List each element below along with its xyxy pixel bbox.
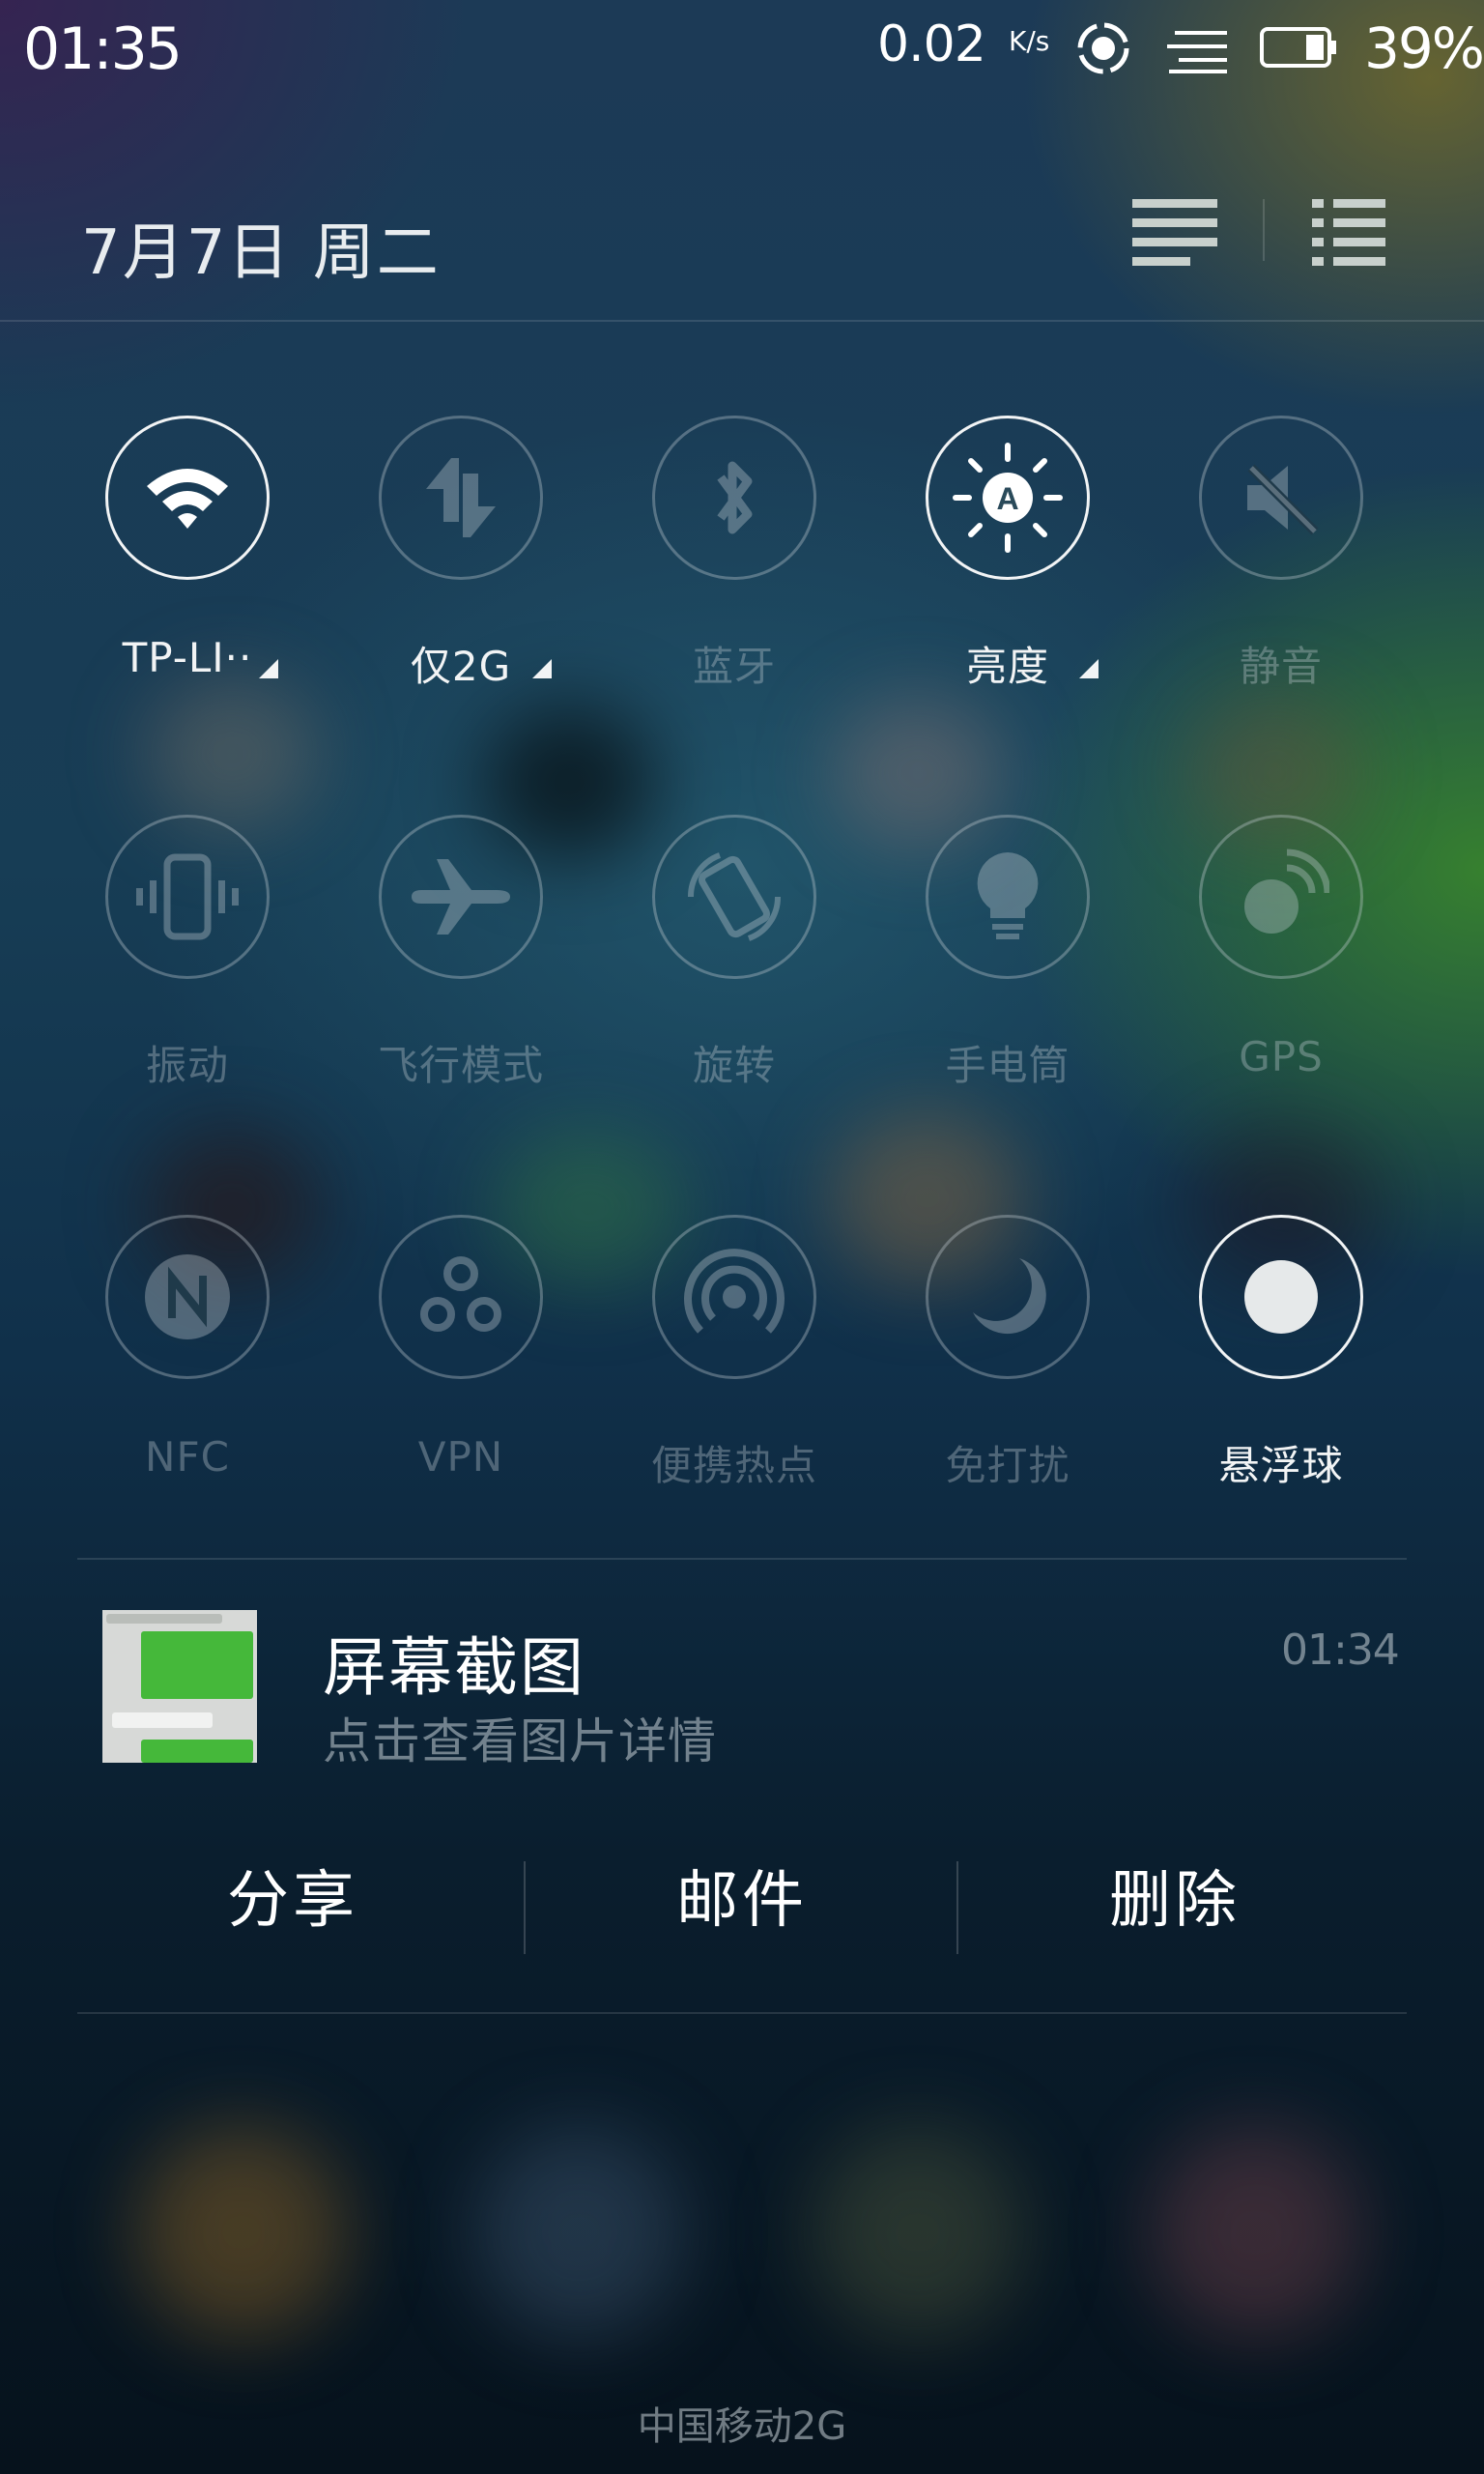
carrier-label: 中国移动2G: [637, 2404, 847, 2449]
delete-button[interactable]: 删除: [959, 1848, 1390, 1954]
date-label: 7月7日 周二: [81, 217, 441, 289]
gps-icon: [1244, 849, 1329, 934]
toggle-label: 飞行模式: [377, 1042, 544, 1089]
toggle-vibrate[interactable]: 振动: [83, 815, 296, 1105]
mute-icon: [1247, 464, 1319, 535]
action-divider: [956, 1861, 958, 1954]
status-bar: 01:35 0.02 K/s 39%: [0, 0, 1484, 97]
toggle-nfc[interactable]: NFC: [83, 1215, 296, 1505]
nfc-icon: [145, 1254, 230, 1339]
toggle-mute[interactable]: 静音: [1177, 416, 1389, 705]
toggle-flashlight[interactable]: 手电筒: [903, 815, 1116, 1105]
status-time: 01:35: [23, 15, 183, 83]
network-speed-unit: K/s: [1009, 25, 1050, 57]
toggle-label: 振动: [145, 1042, 229, 1089]
toggle-label: GPS: [1239, 1033, 1324, 1080]
screenshot-notification[interactable]: 屏幕截图 点击查看图片详情 01:34 分享 邮件 删除: [0, 1558, 1484, 2014]
toggle-label: 静音: [1239, 643, 1323, 690]
auto-brightness-icon: A: [953, 443, 1063, 553]
svg-text:A: A: [996, 481, 1018, 516]
network-speed: 0.02: [877, 15, 986, 73]
toggle-label: VPN: [417, 1433, 504, 1481]
notification-time: 01:34: [1281, 1625, 1400, 1675]
toggle-label: 蓝牙: [692, 643, 776, 690]
battery-icon: [1260, 27, 1336, 68]
section-divider: [77, 2012, 1407, 2014]
flashlight-icon: [977, 852, 1039, 939]
notification-actions: 分享 邮件 删除: [77, 1848, 1407, 1954]
sync-icon: [1077, 22, 1129, 74]
toggle-wifi[interactable]: TP-LI··: [83, 416, 296, 705]
hotspot-icon: [684, 1249, 785, 1334]
date-header: 7月7日 周二: [0, 164, 1484, 319]
toggle-airplane[interactable]: 飞行模式: [357, 815, 569, 1105]
email-button[interactable]: 邮件: [527, 1848, 957, 1954]
wifi-icon: [147, 469, 228, 529]
toggle-vpn[interactable]: VPN: [357, 1215, 569, 1505]
toggle-floating-ball[interactable]: 悬浮球: [1177, 1215, 1389, 1505]
toggle-label: NFC: [145, 1433, 230, 1481]
action-divider: [524, 1861, 526, 1954]
toggle-label: 悬浮球: [1218, 1442, 1344, 1489]
toggle-gps[interactable]: GPS: [1177, 815, 1389, 1105]
toggle-do-not-disturb[interactable]: 免打扰: [903, 1215, 1116, 1505]
toggle-hotspot[interactable]: 便携热点: [630, 1215, 842, 1505]
toggle-label: 便携热点: [650, 1442, 817, 1489]
vibrate-icon: [136, 853, 239, 940]
signal-icon: [1167, 31, 1227, 73]
notification-list-icon[interactable]: [1308, 193, 1389, 271]
rotate-icon: [687, 852, 782, 941]
notification-title: 屏幕截图: [323, 1630, 585, 1705]
share-button[interactable]: 分享: [77, 1848, 508, 1954]
toggle-rotate[interactable]: 旋转: [630, 815, 842, 1105]
dropdown-corner-icon: [1079, 659, 1099, 678]
toggle-bluetooth[interactable]: 蓝牙: [630, 416, 842, 705]
battery-percent: 39%: [1364, 15, 1484, 81]
toggle-label: 免打扰: [945, 1442, 1070, 1489]
bluetooth-icon: [717, 461, 753, 534]
floating-ball-icon: [1244, 1260, 1318, 1334]
screenshot-thumbnail[interactable]: [102, 1610, 257, 1763]
dropdown-corner-icon: [532, 659, 552, 678]
toggle-label: 旋转: [692, 1042, 776, 1089]
notification-subtitle: 点击查看图片详情: [323, 1713, 717, 1769]
toggle-brightness[interactable]: A 亮度: [903, 416, 1116, 705]
do-not-disturb-icon: [973, 1258, 1046, 1335]
airplane-icon: [412, 859, 510, 935]
toggle-mobile-data[interactable]: 仅2G: [357, 416, 569, 705]
toggle-label: 手电筒: [945, 1042, 1070, 1089]
dropdown-corner-icon: [259, 659, 278, 678]
vpn-icon: [420, 1256, 501, 1332]
header-divider: [1263, 199, 1265, 261]
toggle-view-icon[interactable]: [1128, 193, 1221, 271]
mobile-data-icon: [426, 458, 496, 537]
header-divider-line: [0, 320, 1484, 322]
